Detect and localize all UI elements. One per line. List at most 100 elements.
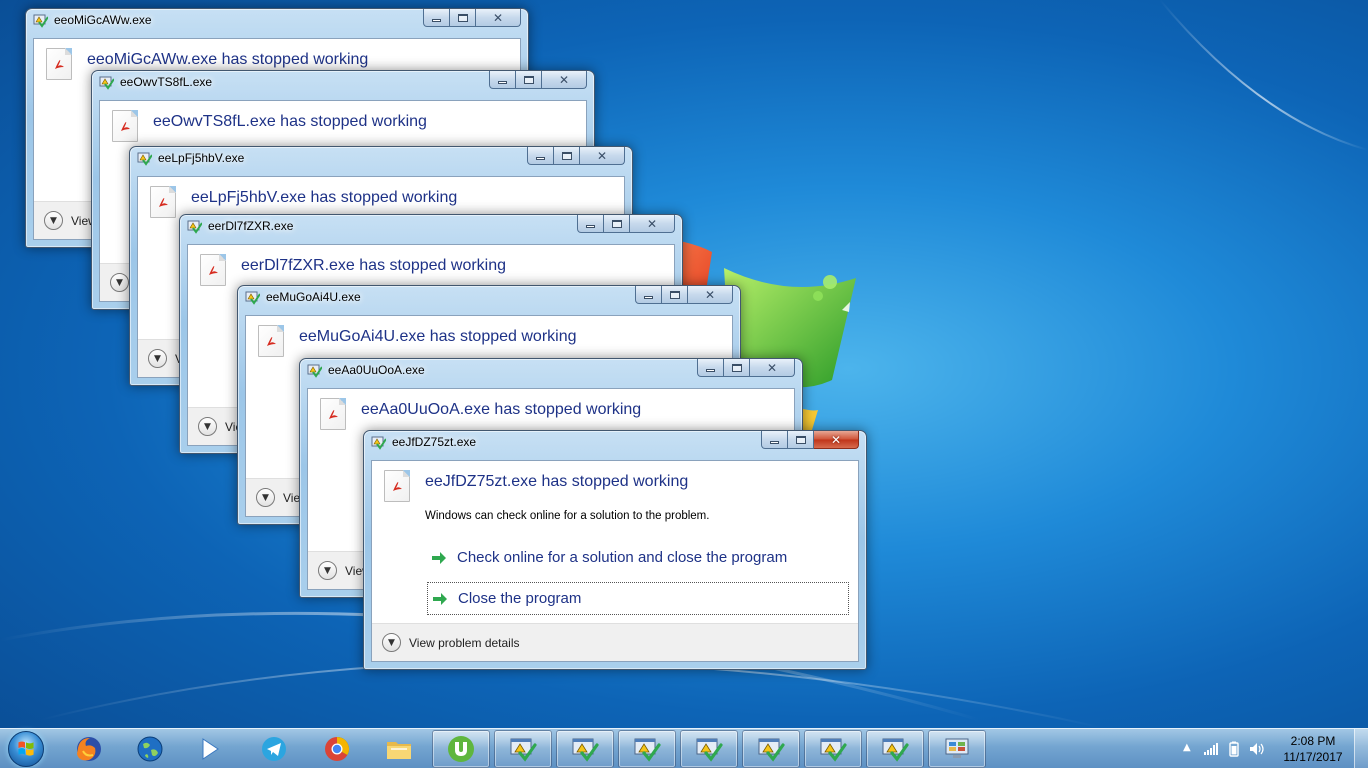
taskbar-error-report-window[interactable] xyxy=(556,730,614,768)
taskbar-utorrent[interactable] xyxy=(432,730,490,768)
close-icon: ✕ xyxy=(766,360,778,375)
error-report-icon xyxy=(245,291,260,305)
globe-icon xyxy=(137,736,163,762)
maximize-button[interactable] xyxy=(554,147,580,165)
maximize-button[interactable] xyxy=(788,431,814,449)
minimize-icon xyxy=(706,369,715,372)
minimize-button[interactable] xyxy=(489,71,516,89)
clock-date[interactable]: 11/17/2017 xyxy=(1278,750,1348,764)
error-report-icon xyxy=(307,364,322,378)
chevron-down-icon: ▼ xyxy=(318,561,337,580)
firefox-icon xyxy=(77,737,101,761)
minimize-icon xyxy=(644,296,653,299)
minimize-button[interactable] xyxy=(635,286,662,304)
check-online-option[interactable]: Check online for a solution and close th… xyxy=(427,541,849,574)
program-document-icon xyxy=(384,470,410,502)
close-icon: ✕ xyxy=(596,148,608,163)
play-icon xyxy=(202,738,219,760)
view-problem-details-button[interactable]: ▼ View problem details xyxy=(382,633,520,652)
close-button[interactable]: ✕ xyxy=(476,9,521,27)
error-report-icon xyxy=(371,436,386,450)
taskbar-error-report-window[interactable] xyxy=(742,730,800,768)
taskbar-telegram[interactable] xyxy=(245,730,303,768)
minimize-button[interactable] xyxy=(577,215,604,233)
taskbar-firefox[interactable] xyxy=(60,730,118,768)
green-arrow-icon xyxy=(433,592,447,605)
error-report-icon xyxy=(882,738,909,762)
taskbar-error-report-window[interactable] xyxy=(804,730,862,768)
close-button[interactable]: ✕ xyxy=(688,286,733,304)
window-title: eeAa0UuOoA.exe xyxy=(328,363,425,377)
close-button[interactable]: ✕ xyxy=(542,71,587,89)
stopped-working-heading: eeAa0UuOoA.exe has stopped working xyxy=(361,401,642,418)
title-bar[interactable]: eeOwvTS8fL.exe ✕ xyxy=(92,71,594,93)
window-title: eeMuGoAi4U.exe xyxy=(266,290,361,304)
error-report-icon xyxy=(820,738,847,762)
start-button[interactable] xyxy=(8,731,44,767)
close-icon: ✕ xyxy=(830,432,842,447)
title-bar[interactable]: eeLpFj5hbV.exe ✕ xyxy=(130,147,632,169)
taskbar-explorer[interactable] xyxy=(370,730,428,768)
error-report-icon xyxy=(572,738,599,762)
signal-icon[interactable] xyxy=(1203,741,1219,757)
control-panel-icon xyxy=(945,738,969,758)
taskbar-media-player[interactable] xyxy=(180,730,238,768)
taskbar-internet[interactable] xyxy=(121,730,179,768)
maximize-icon xyxy=(457,13,468,22)
error-report-icon xyxy=(696,738,723,762)
title-bar[interactable]: eeoMiGcAWw.exe ✕ xyxy=(26,9,528,31)
dialog-body: eeJfDZ75zt.exe has stopped working Windo… xyxy=(371,460,859,662)
show-desktop-button[interactable] xyxy=(1354,729,1368,768)
error-report-icon xyxy=(137,152,152,166)
show-hidden-icons-icon[interactable]: ▲ xyxy=(1183,742,1199,758)
maximize-button[interactable] xyxy=(662,286,688,304)
taskbar-error-report-window[interactable] xyxy=(618,730,676,768)
close-button[interactable]: ✕ xyxy=(630,215,675,233)
clock-time[interactable]: 2:08 PM xyxy=(1278,734,1348,748)
maximize-icon xyxy=(795,435,806,444)
close-button[interactable]: ✕ xyxy=(750,359,795,377)
taskbar-chrome[interactable] xyxy=(308,730,366,768)
battery-icon[interactable] xyxy=(1226,741,1242,757)
window-title: eeJfDZ75zt.exe xyxy=(392,435,477,449)
volume-icon[interactable] xyxy=(1248,741,1264,757)
close-program-option[interactable]: Close the program xyxy=(427,582,849,615)
minimize-button[interactable] xyxy=(527,147,554,165)
program-document-icon xyxy=(112,110,138,142)
title-bar[interactable]: eerDl7fZXR.exe ✕ xyxy=(180,215,682,237)
title-bar[interactable]: eeMuGoAi4U.exe ✕ xyxy=(238,286,740,308)
close-button[interactable]: ✕ xyxy=(814,431,859,449)
maximize-button[interactable] xyxy=(516,71,542,89)
error-report-icon xyxy=(99,76,114,90)
window-title: eeLpFj5hbV.exe xyxy=(158,151,245,165)
taskbar-error-report-window[interactable] xyxy=(494,730,552,768)
taskbar-error-report-window[interactable] xyxy=(680,730,738,768)
view-problem-details-button[interactable]: ▼ View xyxy=(44,211,97,230)
chevron-down-icon: ▼ xyxy=(382,633,401,652)
taskbar-control-panel[interactable] xyxy=(928,730,986,768)
maximize-button[interactable] xyxy=(450,9,476,27)
maximize-icon xyxy=(611,219,622,228)
stopped-working-heading: eeMuGoAi4U.exe has stopped working xyxy=(299,328,577,345)
error-dialog[interactable]: eeJfDZ75zt.exe ✕ eeJfDZ75zt.exe has stop… xyxy=(363,430,867,670)
error-report-icon xyxy=(33,14,48,28)
title-bar[interactable]: eeAa0UuOoA.exe ✕ xyxy=(300,359,802,381)
stopped-working-heading: eeJfDZ75zt.exe has stopped working xyxy=(425,473,689,490)
close-button[interactable]: ✕ xyxy=(580,147,625,165)
close-icon: ✕ xyxy=(558,72,570,87)
minimize-button[interactable] xyxy=(423,9,450,27)
maximize-button[interactable] xyxy=(724,359,750,377)
window-title: eerDl7fZXR.exe xyxy=(208,219,294,233)
chevron-down-icon: ▼ xyxy=(256,488,275,507)
minimize-button[interactable] xyxy=(761,431,788,449)
close-program-label: Close the program xyxy=(458,590,582,607)
chevron-down-icon: ▼ xyxy=(110,273,129,292)
maximize-button[interactable] xyxy=(604,215,630,233)
taskbar-error-report-window[interactable] xyxy=(866,730,924,768)
maximize-icon xyxy=(731,363,742,372)
maximize-icon xyxy=(561,151,572,160)
maximize-icon xyxy=(523,75,534,84)
minimize-button[interactable] xyxy=(697,359,724,377)
title-bar[interactable]: eeJfDZ75zt.exe ✕ xyxy=(364,431,866,453)
close-icon: ✕ xyxy=(492,10,504,25)
